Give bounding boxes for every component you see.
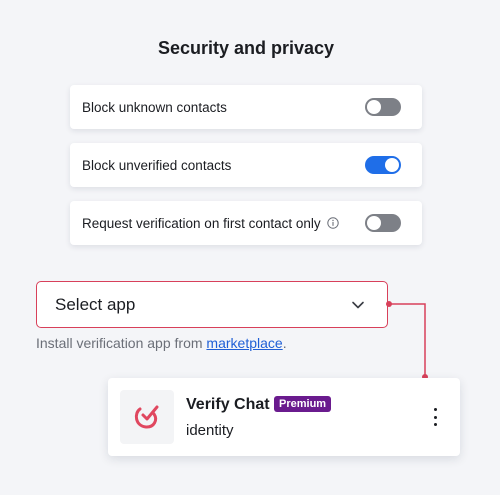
premium-badge: Premium — [274, 396, 332, 412]
kebab-menu-icon[interactable] — [430, 406, 440, 428]
app-card[interactable]: Verify Chat Premium identity — [108, 378, 460, 456]
verify-chat-logo — [120, 390, 174, 444]
app-name: Verify Chat — [186, 396, 270, 413]
app-subtitle: identity — [186, 422, 234, 439]
